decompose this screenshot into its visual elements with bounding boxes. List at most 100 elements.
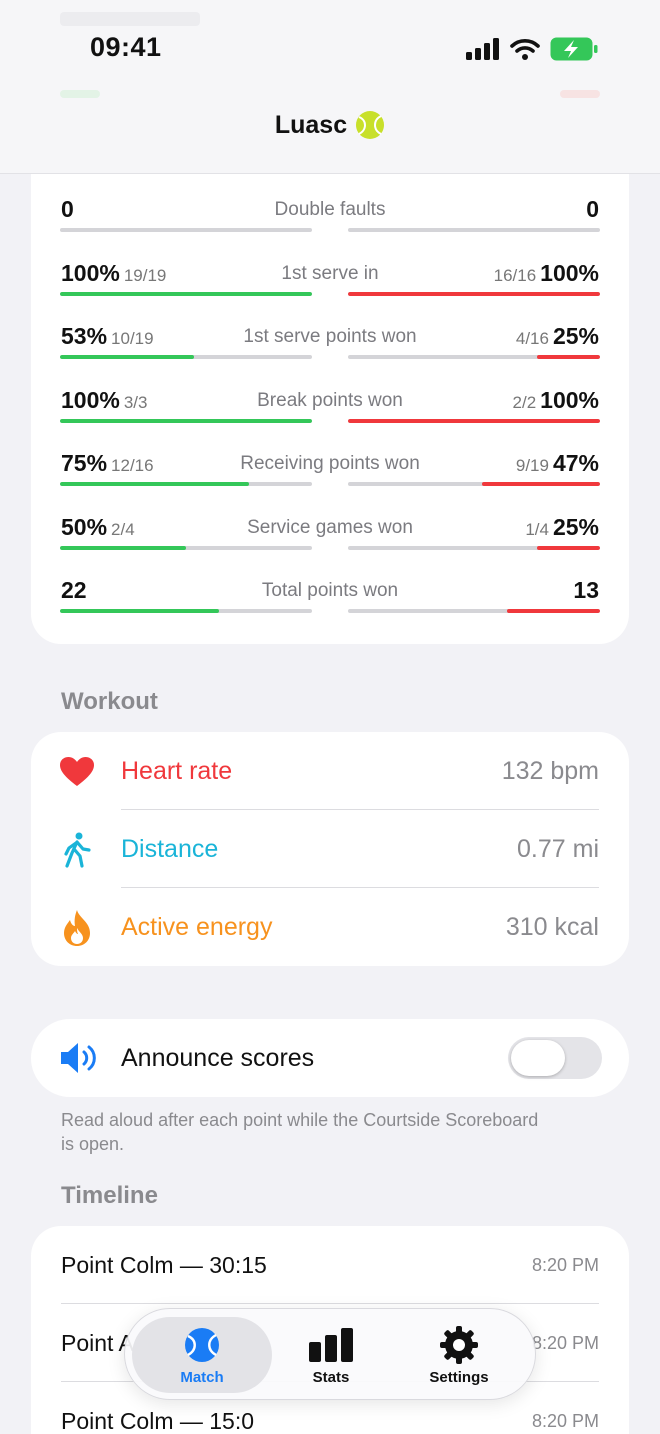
stat-left-bar	[60, 291, 312, 296]
stat-label: Double faults	[274, 199, 386, 220]
blurred-content	[60, 90, 100, 98]
stat-row: 100% 3/3 Break points won 2/2 100%	[31, 387, 629, 427]
stat-left-bar-fill	[60, 545, 186, 550]
workout-section-title: Workout	[61, 688, 158, 715]
tab-settings[interactable]: Settings	[389, 1317, 529, 1393]
timeline-section-title: Timeline	[61, 1182, 158, 1209]
walking-figure-icon	[59, 832, 95, 868]
stat-right-value: 0	[582, 196, 599, 223]
stat-left-bar-fill	[60, 291, 312, 296]
tab-bar: Match Stats Settings	[124, 1308, 536, 1400]
tab-label: Settings	[429, 1369, 489, 1386]
timeline-item-label: Point Colm — 15:0	[61, 1408, 255, 1434]
stat-right-bar-fill	[537, 355, 600, 359]
announce-footnote: Read aloud after each point while the Co…	[61, 1110, 539, 1154]
stat-left-bar	[60, 355, 312, 359]
timeline-item-time: 8:20 PM	[531, 1255, 599, 1275]
timeline-item-time: 8:20 PM	[531, 1411, 599, 1431]
stat-right-percent: 100%	[540, 386, 599, 413]
bar-chart-icon	[261, 1327, 401, 1363]
workout-value: 310 kcal	[505, 913, 599, 941]
stat-left-bar	[60, 482, 312, 486]
stat-right-value: 2/2 100%	[513, 387, 599, 414]
toggle-knob	[511, 1040, 565, 1076]
wifi-icon	[510, 39, 540, 60]
stat-right-bar-fill	[348, 418, 600, 423]
stat-right-value: 9/19 47%	[516, 450, 599, 477]
workout-label: Heart rate	[121, 757, 233, 785]
stat-row: 75% 12/16 Receiving points won 9/19 47%	[31, 450, 629, 490]
stat-left-bar-fill	[60, 482, 249, 486]
stat-right-percent: 47%	[552, 450, 599, 476]
match-stats-card: 0 Double faults 0 100% 19/19 1st serve in 16/1…	[31, 120, 629, 644]
tab-match[interactable]: Match	[132, 1317, 272, 1393]
stat-right-detail: 1/4	[525, 519, 549, 539]
stat-label: Total points won	[261, 580, 399, 601]
stat-right-bar-fill	[482, 482, 600, 486]
announce-scores-toggle[interactable]	[508, 1037, 602, 1079]
stat-left-bar	[60, 418, 312, 423]
stat-right-percent: 13	[573, 577, 599, 603]
page-title-text: Luasc	[274, 110, 348, 139]
navigation-header: 09:41 Luasc	[0, 0, 660, 174]
stat-right-bar	[348, 291, 600, 296]
workout-row-heart-rate[interactable]: Heart rate 132 bpm	[31, 732, 629, 810]
stat-row: 0 Double faults 0	[31, 196, 629, 236]
workout-label: Active energy	[121, 913, 273, 941]
stat-left-bar-fill	[60, 355, 194, 359]
tab-label: Match	[180, 1369, 224, 1386]
stat-left-bar	[60, 228, 312, 232]
gear-icon	[389, 1326, 529, 1364]
stat-right-detail: 2/2	[512, 392, 537, 412]
stat-row: 100% 19/19 1st serve in 16/16 100%	[31, 260, 629, 300]
status-time: 09:41	[90, 32, 162, 62]
stat-row: 22 Total points won 13	[31, 577, 629, 617]
timeline-item-label: Point Colm — 30:15	[61, 1252, 267, 1278]
speaker-icon	[59, 1041, 97, 1080]
stat-right-value: 4/16 25%	[516, 323, 599, 350]
workout-card: Heart rate 132 bpm Distance 0.77 mi Acti…	[31, 732, 629, 966]
announce-scores-row: Announce scores	[31, 1019, 629, 1097]
workout-value: 0.77 mi	[517, 835, 599, 863]
stat-right-percent: 25%	[552, 513, 599, 540]
stat-right-value: 1/4 25%	[525, 514, 599, 541]
timeline-item-time: 8:20 PM	[531, 1333, 599, 1353]
tab-stats[interactable]: Stats	[261, 1317, 401, 1393]
stat-right-bar	[348, 482, 600, 486]
stat-right-bar	[348, 228, 600, 232]
stat-right-bar	[348, 418, 600, 423]
stat-row: 50% 2/4 Service games won 1/4 25%	[31, 514, 629, 554]
stat-right-bar	[348, 355, 600, 359]
flame-icon	[59, 910, 95, 946]
stat-left-bar-fill	[60, 418, 312, 423]
stat-right-detail: 16/16	[493, 265, 537, 285]
stat-left-bar	[60, 609, 312, 613]
timeline-item-label: Point A	[61, 1330, 134, 1356]
stat-left-bar-fill	[60, 609, 219, 613]
stat-right-bar	[348, 545, 600, 550]
workout-row-active-energy[interactable]: Active energy 310 kcal	[31, 888, 629, 966]
announce-scores-label: Announce scores	[121, 1044, 315, 1072]
stat-right-value: 16/16 100%	[494, 260, 599, 287]
stat-row: 53% 10/19 1st serve points won 4/16 25%	[31, 323, 629, 363]
stat-right-bar	[348, 609, 600, 613]
status-icons	[466, 36, 598, 62]
workout-label: Distance	[121, 835, 219, 863]
heart-icon	[59, 754, 95, 790]
stat-right-value: 13	[569, 577, 599, 604]
stat-right-detail: 9/19	[515, 456, 549, 475]
stat-right-bar-fill	[537, 545, 600, 550]
blurred-content	[60, 12, 200, 26]
tennis-ball-icon	[356, 111, 385, 139]
timeline-item[interactable]: Point Colm — 30:15 8:20 PM	[31, 1226, 629, 1304]
cellular-signal-icon	[466, 38, 499, 60]
workout-row-distance[interactable]: Distance 0.77 mi	[31, 810, 629, 888]
page-title: Luasc	[0, 110, 660, 140]
stat-right-percent: 25%	[552, 323, 599, 349]
battery-charging-icon	[550, 37, 598, 61]
tab-label: Stats	[312, 1369, 350, 1386]
tennis-ball-icon	[132, 1327, 272, 1363]
stat-right-bar-fill	[507, 609, 600, 613]
stat-left-bar	[60, 545, 312, 550]
stat-right-bar-fill	[348, 291, 600, 296]
